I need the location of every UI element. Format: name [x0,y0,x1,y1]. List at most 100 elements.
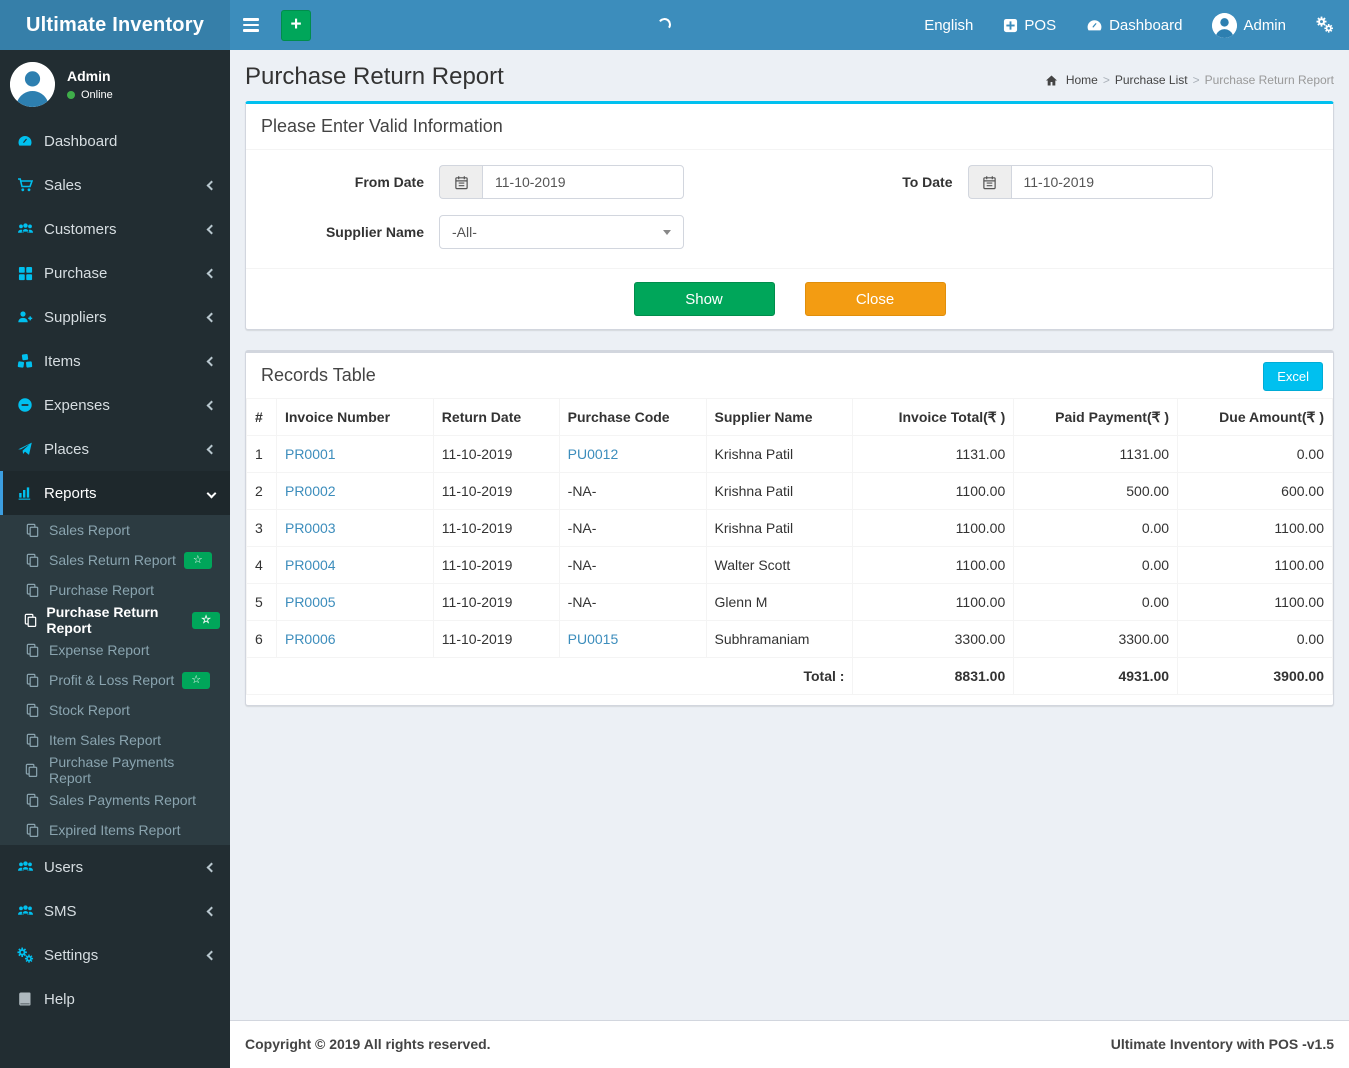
col-return-date: Return Date [432,398,560,436]
col-purchase-code: Purchase Code [558,398,707,436]
grid-icon [15,266,35,281]
close-button[interactable]: Close [804,282,946,316]
main-header: Ultimate Inventory + English POS Dashboa… [0,0,1349,50]
supplier-select[interactable]: -All- [439,215,684,249]
app-window: Ultimate Inventory + English POS Dashboa… [0,0,1349,1068]
sidebar-item-settings[interactable]: Settings [0,933,230,977]
settings-menu[interactable] [1301,0,1349,50]
submenu-sales-payments-report[interactable]: Sales Payments Report [0,785,230,815]
sidebar-item-sms[interactable]: SMS [0,889,230,933]
col-invoice-number: Invoice Number [275,398,434,436]
submenu-sales-return-report[interactable]: Sales Return Report ☆ [0,545,230,575]
sidebar-item-items[interactable]: Items [0,339,230,383]
submenu-purchase-payments-report[interactable]: Purchase Payments Report [0,754,230,786]
sidebar-item-places[interactable]: Places [0,427,230,471]
user-status: Online [81,89,113,101]
user-menu[interactable]: Admin [1197,0,1301,50]
submenu-expense-report[interactable]: Expense Report [0,635,230,665]
users-icon [15,221,35,237]
show-button[interactable]: Show [633,282,775,316]
pos-link[interactable]: POS [988,0,1071,50]
sidebar-item-customers[interactable]: Customers [0,207,230,251]
sidebar-item-dashboard[interactable]: Dashboard [0,119,230,163]
sidebar-item-help[interactable]: Help [0,977,230,1021]
submenu-expired-items-report[interactable]: Expired Items Report [0,815,230,845]
sidebar-toggle-icon[interactable] [230,18,272,32]
plus-square-icon [1003,18,1018,33]
page-footer: Copyright © 2019 All rights reserved. Ul… [230,1020,1349,1068]
cart-icon [15,177,35,193]
copy-icon [23,793,41,808]
submenu-purchase-return-report[interactable]: Purchase Return Report ☆ [0,604,230,636]
breadcrumb-purchase-list[interactable]: Purchase List [1115,73,1188,87]
copy-icon [23,583,41,598]
from-date-input[interactable] [482,165,684,199]
sidebar-item-suppliers[interactable]: Suppliers [0,295,230,339]
copy-icon [23,703,41,718]
chevron-down-icon [206,488,217,498]
copy-icon [23,823,41,838]
copy-icon [23,613,38,628]
paper-plane-icon [15,441,35,457]
invoice-link[interactable]: PR0006 [285,631,336,647]
chevron-left-icon [206,180,217,190]
records-panel: Records Table Excel # Invoice Number Ret… [245,350,1334,706]
language-menu[interactable]: English [909,0,988,50]
copyright-text: Copyright © 2019 All rights reserved. [245,1036,491,1052]
supplier-name-label: Supplier Name [325,224,424,240]
records-panel-title: Records Table [261,365,376,385]
chevron-left-icon [206,950,217,960]
copy-icon [23,523,41,538]
excel-export-button[interactable]: Excel [1263,362,1323,391]
copy-icon [23,553,41,568]
purchase-code-link[interactable]: PU0012 [568,446,619,462]
invoice-link[interactable]: PR0001 [285,446,336,462]
sidebar-item-purchase[interactable]: Purchase [0,251,230,295]
filter-panel: Please Enter Valid Information From Date [245,101,1334,330]
chevron-left-icon [206,906,217,916]
sidebar-item-expenses[interactable]: Expenses [0,383,230,427]
top-navbar: + English POS Dashboard Admin [230,0,1349,50]
breadcrumb-home[interactable]: Home [1066,73,1098,87]
submenu-stock-report[interactable]: Stock Report [0,695,230,725]
to-date-input[interactable] [1010,165,1213,199]
sidebar: Admin Online Dashboard Sales Customers P… [0,50,230,1068]
submenu-profit-loss-report[interactable]: Profit & Loss Report ☆ [0,665,230,695]
table-row: 5 PR0005 11-10-2019 -NA- Glenn M 1100.00… [246,583,1333,621]
chevron-left-icon [206,444,217,454]
sidebar-item-reports[interactable]: Reports [0,471,230,515]
avatar [10,62,55,107]
invoice-link[interactable]: PR0003 [285,520,336,536]
chevron-left-icon [206,400,217,410]
invoice-link[interactable]: PR0004 [285,557,336,573]
quick-add-button[interactable]: + [281,9,311,41]
chevron-left-icon [206,268,217,278]
sidebar-item-users[interactable]: Users [0,845,230,889]
supplier-select-value: -All- [452,224,477,240]
submenu-sales-report[interactable]: Sales Report [0,515,230,545]
star-icon: ☆ [192,553,203,566]
brand-logo[interactable]: Ultimate Inventory [0,0,230,50]
invoice-link[interactable]: PR0002 [285,483,336,499]
submenu-item-sales-report[interactable]: Item Sales Report [0,725,230,755]
col-paid-payment: Paid Payment(₹ ) [1013,398,1179,436]
col-supplier-name: Supplier Name [705,398,854,436]
copy-icon [23,643,41,658]
sidebar-menu: Dashboard Sales Customers Purchase Suppl… [0,119,230,1021]
purchase-code-link[interactable]: PU0015 [568,631,619,647]
sidebar-item-sales[interactable]: Sales [0,163,230,207]
loading-spinner-icon [656,16,673,33]
table-row: 1 PR0001 11-10-2019 PU0012 Krishna Patil… [246,435,1333,473]
invoice-link[interactable]: PR0005 [285,594,336,610]
dashboard-label: Dashboard [1109,16,1183,34]
caret-down-icon [663,229,671,235]
col-serial: # [246,398,277,436]
calendar-icon [439,165,482,199]
copy-icon [23,763,41,778]
dashboard-link[interactable]: Dashboard [1071,0,1197,50]
submenu-purchase-report[interactable]: Purchase Report [0,575,230,605]
gears-icon [15,947,35,964]
user-menu-label: Admin [1243,16,1286,34]
bar-chart-icon [15,485,35,501]
minus-circle-icon [15,397,35,413]
